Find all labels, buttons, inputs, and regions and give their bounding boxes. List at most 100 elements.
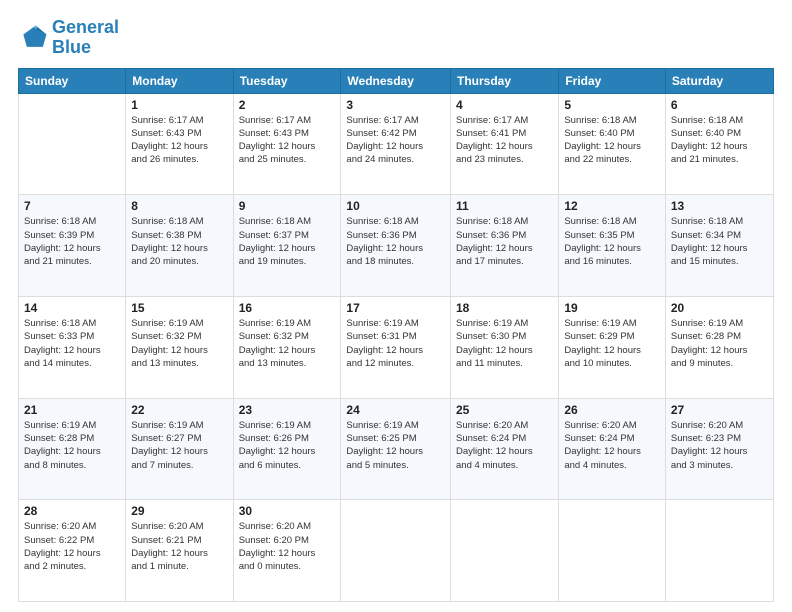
calendar-week-row: 28Sunrise: 6:20 AM Sunset: 6:22 PM Dayli… — [19, 500, 774, 602]
calendar-cell: 8 Sunrise: 6:18 AM Sunset: 6:38 PM Daylig… — [126, 195, 233, 297]
day-info: Sunrise: 6:19 AM Sunset: 6:29 PM Dayligh… — [564, 317, 660, 370]
calendar-cell: 17 Sunrise: 6:19 AM Sunset: 6:31 PM Dayli… — [341, 296, 451, 398]
day-info: Sunrise: 6:18 AM Sunset: 6:40 PM Dayligh… — [564, 114, 660, 167]
day-info: Sunrise: 6:17 AM Sunset: 6:43 PM Dayligh… — [239, 114, 336, 167]
calendar-cell: 22 Sunrise: 6:19 AM Sunset: 6:27 PM Dayli… — [126, 398, 233, 500]
day-number: 10 — [346, 199, 445, 213]
calendar-cell: 18 Sunrise: 6:19 AM Sunset: 6:30 PM Dayli… — [451, 296, 559, 398]
day-number: 9 — [239, 199, 336, 213]
calendar-cell: 6 Sunrise: 6:18 AM Sunset: 6:40 PM Daylig… — [665, 93, 773, 195]
day-info: Sunrise: 6:19 AM Sunset: 6:30 PM Dayligh… — [456, 317, 553, 370]
day-info: Sunrise: 6:18 AM Sunset: 6:39 PM Dayligh… — [24, 215, 120, 268]
day-number: 7 — [24, 199, 120, 213]
day-number: 21 — [24, 403, 120, 417]
day-number: 15 — [131, 301, 227, 315]
day-info: Sunrise: 6:19 AM Sunset: 6:32 PM Dayligh… — [131, 317, 227, 370]
day-number: 26 — [564, 403, 660, 417]
weekday-header: Monday — [126, 68, 233, 93]
day-info: Sunrise: 6:17 AM Sunset: 6:42 PM Dayligh… — [346, 114, 445, 167]
day-info: Sunrise: 6:19 AM Sunset: 6:31 PM Dayligh… — [346, 317, 445, 370]
calendar-cell: 19 Sunrise: 6:19 AM Sunset: 6:29 PM Dayli… — [559, 296, 666, 398]
day-info: Sunrise: 6:19 AM Sunset: 6:32 PM Dayligh… — [239, 317, 336, 370]
day-number: 5 — [564, 98, 660, 112]
calendar-cell: 7 Sunrise: 6:18 AM Sunset: 6:39 PM Daylig… — [19, 195, 126, 297]
calendar-cell: 13 Sunrise: 6:18 AM Sunset: 6:34 PM Dayli… — [665, 195, 773, 297]
calendar-cell — [341, 500, 451, 602]
day-info: Sunrise: 6:17 AM Sunset: 6:41 PM Dayligh… — [456, 114, 553, 167]
calendar-cell: 2 Sunrise: 6:17 AM Sunset: 6:43 PM Daylig… — [233, 93, 341, 195]
calendar-cell: 16 Sunrise: 6:19 AM Sunset: 6:32 PM Dayli… — [233, 296, 341, 398]
day-info: Sunrise: 6:18 AM Sunset: 6:40 PM Dayligh… — [671, 114, 768, 167]
day-number: 1 — [131, 98, 227, 112]
logo-text: General Blue — [52, 18, 119, 58]
weekday-header: Saturday — [665, 68, 773, 93]
calendar-cell: 14 Sunrise: 6:18 AM Sunset: 6:33 PM Dayli… — [19, 296, 126, 398]
day-info: Sunrise: 6:18 AM Sunset: 6:38 PM Dayligh… — [131, 215, 227, 268]
logo: General Blue — [18, 18, 119, 58]
day-number: 23 — [239, 403, 336, 417]
day-info: Sunrise: 6:20 AM Sunset: 6:21 PM Dayligh… — [131, 520, 227, 573]
day-number: 27 — [671, 403, 768, 417]
day-info: Sunrise: 6:17 AM Sunset: 6:43 PM Dayligh… — [131, 114, 227, 167]
calendar-week-row: 14 Sunrise: 6:18 AM Sunset: 6:33 PM Dayli… — [19, 296, 774, 398]
day-number: 17 — [346, 301, 445, 315]
calendar-table: SundayMondayTuesdayWednesdayThursdayFrid… — [18, 68, 774, 602]
day-info: Sunrise: 6:19 AM Sunset: 6:25 PM Dayligh… — [346, 419, 445, 472]
day-info: Sunrise: 6:19 AM Sunset: 6:28 PM Dayligh… — [671, 317, 768, 370]
day-number: 14 — [24, 301, 120, 315]
day-info: Sunrise: 6:19 AM Sunset: 6:27 PM Dayligh… — [131, 419, 227, 472]
day-number: 11 — [456, 199, 553, 213]
weekday-header: Wednesday — [341, 68, 451, 93]
day-info: Sunrise: 6:18 AM Sunset: 6:37 PM Dayligh… — [239, 215, 336, 268]
day-number: 25 — [456, 403, 553, 417]
calendar-cell: 27 Sunrise: 6:20 AM Sunset: 6:23 PM Dayli… — [665, 398, 773, 500]
calendar-week-row: 7 Sunrise: 6:18 AM Sunset: 6:39 PM Daylig… — [19, 195, 774, 297]
day-info: Sunrise: 6:20 AM Sunset: 6:23 PM Dayligh… — [671, 419, 768, 472]
calendar-cell: 9 Sunrise: 6:18 AM Sunset: 6:37 PM Daylig… — [233, 195, 341, 297]
day-number: 12 — [564, 199, 660, 213]
calendar-cell: 20 Sunrise: 6:19 AM Sunset: 6:28 PM Dayli… — [665, 296, 773, 398]
calendar-cell: 15 Sunrise: 6:19 AM Sunset: 6:32 PM Dayli… — [126, 296, 233, 398]
day-number: 19 — [564, 301, 660, 315]
calendar-cell: 30 Sunrise: 6:20 AM Sunset: 6:20 PM Dayli… — [233, 500, 341, 602]
day-info: Sunrise: 6:18 AM Sunset: 6:36 PM Dayligh… — [346, 215, 445, 268]
calendar-cell: 23 Sunrise: 6:19 AM Sunset: 6:26 PM Dayli… — [233, 398, 341, 500]
calendar-cell: 11 Sunrise: 6:18 AM Sunset: 6:36 PM Dayli… — [451, 195, 559, 297]
weekday-header: Sunday — [19, 68, 126, 93]
day-number: 3 — [346, 98, 445, 112]
day-info: Sunrise: 6:20 AM Sunset: 6:24 PM Dayligh… — [564, 419, 660, 472]
day-number: 20 — [671, 301, 768, 315]
day-info: Sunrise: 6:19 AM Sunset: 6:26 PM Dayligh… — [239, 419, 336, 472]
day-number: 16 — [239, 301, 336, 315]
day-info: Sunrise: 6:20 AM Sunset: 6:24 PM Dayligh… — [456, 419, 553, 472]
calendar-cell: 4 Sunrise: 6:17 AM Sunset: 6:41 PM Daylig… — [451, 93, 559, 195]
day-info: Sunrise: 6:19 AM Sunset: 6:28 PM Dayligh… — [24, 419, 120, 472]
day-number: 29 — [131, 504, 227, 518]
day-info: Sunrise: 6:18 AM Sunset: 6:36 PM Dayligh… — [456, 215, 553, 268]
calendar-cell — [451, 500, 559, 602]
day-info: Sunrise: 6:20 AM Sunset: 6:20 PM Dayligh… — [239, 520, 336, 573]
day-number: 13 — [671, 199, 768, 213]
day-number: 8 — [131, 199, 227, 213]
calendar-cell: 10 Sunrise: 6:18 AM Sunset: 6:36 PM Dayli… — [341, 195, 451, 297]
calendar-cell: 12 Sunrise: 6:18 AM Sunset: 6:35 PM Dayli… — [559, 195, 666, 297]
weekday-header-row: SundayMondayTuesdayWednesdayThursdayFrid… — [19, 68, 774, 93]
day-number: 4 — [456, 98, 553, 112]
calendar-cell: 3 Sunrise: 6:17 AM Sunset: 6:42 PM Daylig… — [341, 93, 451, 195]
day-number: 30 — [239, 504, 336, 518]
calendar-cell — [19, 93, 126, 195]
calendar-week-row: 21 Sunrise: 6:19 AM Sunset: 6:28 PM Dayli… — [19, 398, 774, 500]
calendar-cell: 28Sunrise: 6:20 AM Sunset: 6:22 PM Dayli… — [19, 500, 126, 602]
day-number: 2 — [239, 98, 336, 112]
day-info: Sunrise: 6:20 AM Sunset: 6:22 PM Dayligh… — [24, 520, 120, 573]
day-number: 18 — [456, 301, 553, 315]
day-info: Sunrise: 6:18 AM Sunset: 6:34 PM Dayligh… — [671, 215, 768, 268]
calendar-cell — [665, 500, 773, 602]
weekday-header: Tuesday — [233, 68, 341, 93]
day-info: Sunrise: 6:18 AM Sunset: 6:33 PM Dayligh… — [24, 317, 120, 370]
weekday-header: Friday — [559, 68, 666, 93]
day-number: 22 — [131, 403, 227, 417]
day-info: Sunrise: 6:18 AM Sunset: 6:35 PM Dayligh… — [564, 215, 660, 268]
page: General Blue SundayMondayTuesdayWednesda… — [0, 0, 792, 612]
day-number: 6 — [671, 98, 768, 112]
